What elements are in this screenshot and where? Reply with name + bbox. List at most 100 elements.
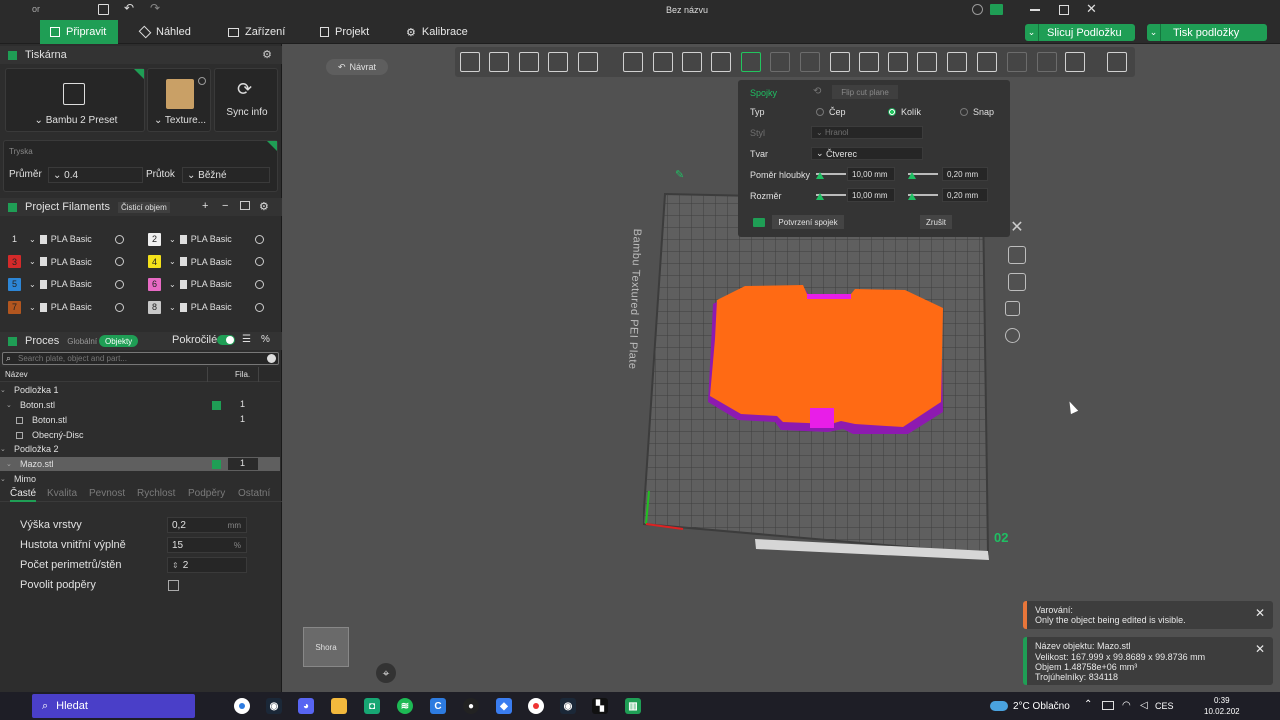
objects-toggle[interactable]: Objekty	[99, 335, 139, 347]
bambu-studio-icon[interactable]: ▥	[625, 698, 641, 714]
clear-search-icon[interactable]	[267, 354, 276, 363]
tree-row[interactable]: ⌄ Podložka 1	[0, 383, 280, 397]
minimize-icon[interactable]	[1030, 9, 1040, 11]
size-slider[interactable]	[816, 193, 846, 200]
view-cube[interactable]: Shora	[303, 627, 349, 667]
language-indicator[interactable]: CES	[1155, 701, 1174, 711]
expand-icon[interactable]: ⌄	[0, 386, 6, 394]
filament-index[interactable]: 1	[228, 458, 258, 470]
filament-slot[interactable]: 1 ⌄ PLA Basic	[8, 231, 138, 247]
tree-row[interactable]: ⌄ Mazo.stl 1	[0, 457, 280, 471]
dev-tool-icon[interactable]: ◆	[496, 698, 512, 714]
filament-edit-icon[interactable]	[114, 234, 124, 244]
chevron-down-icon[interactable]: ⌄	[1147, 24, 1161, 41]
filament-slot[interactable]: 2 ⌄ PLA Basic	[148, 231, 278, 247]
maximize-icon[interactable]	[1059, 5, 1069, 15]
redo-icon[interactable]: ↷	[150, 1, 160, 15]
view-settings-icon[interactable]	[1107, 52, 1127, 72]
edit-pencil-icon[interactable]: ✎	[675, 168, 684, 181]
filament-edit-icon[interactable]	[254, 257, 264, 267]
filament-number[interactable]: 1	[8, 232, 21, 246]
back-button[interactable]: ↶ Návrat	[326, 59, 388, 75]
spotify-icon[interactable]: ≋	[397, 698, 413, 714]
slice-plate-button[interactable]: ⌄ Slicuj Podložku	[1025, 24, 1135, 41]
process-subtab[interactable]: Podpěry	[188, 488, 225, 499]
steam-icon[interactable]: ◉	[266, 698, 282, 714]
sync-info-button[interactable]: ⟳ Sync info	[214, 68, 278, 132]
user-icon[interactable]	[972, 4, 983, 15]
info-icon[interactable]	[198, 77, 206, 85]
process-subtab[interactable]: Kvalita	[47, 488, 77, 499]
camera-reset-icon[interactable]: ⌖	[376, 663, 396, 683]
text-icon[interactable]	[859, 52, 879, 72]
wifi-icon[interactable]: ◠	[1122, 700, 1131, 711]
diameter-dropdown[interactable]: ⌄ 0.4	[48, 167, 143, 183]
weather-label[interactable]: 2°C Oblačno	[1013, 701, 1070, 712]
editor-icon[interactable]: C	[430, 698, 446, 714]
filament-edit-icon[interactable]	[254, 234, 264, 244]
filament-number[interactable]: 8	[148, 300, 161, 314]
tab-preview[interactable]: Náhled	[130, 20, 201, 44]
close-icon[interactable]: ✕	[1255, 606, 1265, 620]
tree-row[interactable]: ⌄ Mimo	[0, 472, 280, 486]
type-option-snap[interactable]: Snap	[960, 107, 994, 117]
lock-icon[interactable]	[1005, 301, 1020, 316]
orient-surface-icon[interactable]	[519, 52, 539, 72]
scale-icon[interactable]	[682, 52, 702, 72]
grid-icon[interactable]	[489, 52, 509, 72]
expand-icon[interactable]: ⌄	[0, 475, 6, 483]
confirm-connectors-button[interactable]: Potvrzení spojek	[772, 215, 844, 229]
percent-icon[interactable]: %	[261, 334, 270, 345]
list-icon[interactable]: ☰	[242, 334, 251, 345]
assembly-icon[interactable]	[947, 52, 967, 72]
chevron-down-icon[interactable]: ⌄	[29, 235, 36, 244]
svg-icon[interactable]	[888, 52, 908, 72]
checkbox-icon[interactable]	[212, 401, 221, 410]
sync-filament-icon[interactable]	[240, 201, 250, 210]
expand-icon[interactable]: ⌄	[6, 401, 12, 409]
chevron-down-icon[interactable]: ⌄	[29, 257, 36, 266]
printer-preset-dropdown[interactable]: ⌄ Bambu 2 Preset	[6, 115, 146, 126]
tree-row[interactable]: Obecný-Disc	[0, 428, 280, 442]
stepper-icon[interactable]: ⇕	[172, 561, 179, 570]
system-tray-icon[interactable]	[1102, 701, 1114, 710]
tab-prepare[interactable]: Připravit	[40, 20, 118, 44]
remove-icon[interactable]: −	[222, 200, 228, 212]
tab-device[interactable]: Zařízení	[218, 20, 295, 44]
close-cut-icon[interactable]: ✕	[1008, 219, 1026, 237]
setting-input[interactable]: 0,2 mm	[167, 517, 247, 533]
chevron-up-icon[interactable]: ⌃	[1084, 699, 1092, 710]
arrange-icon[interactable]	[548, 52, 568, 72]
support-paint-icon[interactable]	[800, 52, 820, 72]
close-icon[interactable]: ✕	[1255, 642, 1265, 656]
settings-icon[interactable]: ⚙	[259, 200, 269, 213]
filament-number[interactable]: 4	[148, 255, 161, 269]
save-icon[interactable]	[98, 4, 109, 15]
filament-index[interactable]	[228, 473, 258, 485]
add-cube-icon[interactable]	[460, 52, 480, 72]
filament-index[interactable]	[228, 384, 258, 396]
filament-number[interactable]: 2	[148, 232, 161, 246]
app-icon[interactable]: ◘	[364, 698, 380, 714]
steam-window-icon[interactable]: ◉	[560, 698, 576, 714]
process-subtab[interactable]: Časté	[10, 488, 37, 502]
cut-icon[interactable]	[741, 52, 761, 72]
mesh-boolean-icon[interactable]	[770, 52, 790, 72]
mazo-model[interactable]	[703, 284, 948, 439]
process-subtab[interactable]: Ostatní	[238, 488, 270, 499]
setting-input[interactable]: 15%	[167, 537, 247, 553]
volume-icon[interactable]: ◁	[1140, 700, 1148, 711]
orient-icon[interactable]	[1008, 246, 1026, 264]
undo-icon[interactable]: ↶	[124, 1, 134, 15]
filament-index[interactable]	[228, 429, 258, 441]
chevron-down-icon[interactable]: ⌄	[29, 303, 36, 312]
close-icon[interactable]: ✕	[1086, 1, 1097, 17]
add-icon[interactable]: +	[202, 200, 208, 212]
filament-index[interactable]: 1	[228, 414, 258, 426]
settings-icon[interactable]: ⚙	[262, 48, 272, 61]
github-icon[interactable]: ●	[463, 698, 479, 714]
object-search-input[interactable]: ⌕ Search plate, object and part...	[2, 352, 279, 365]
checkbox-icon[interactable]	[212, 460, 221, 469]
setting-input[interactable]: ⇕ 2	[167, 557, 247, 573]
move-icon[interactable]	[623, 52, 643, 72]
